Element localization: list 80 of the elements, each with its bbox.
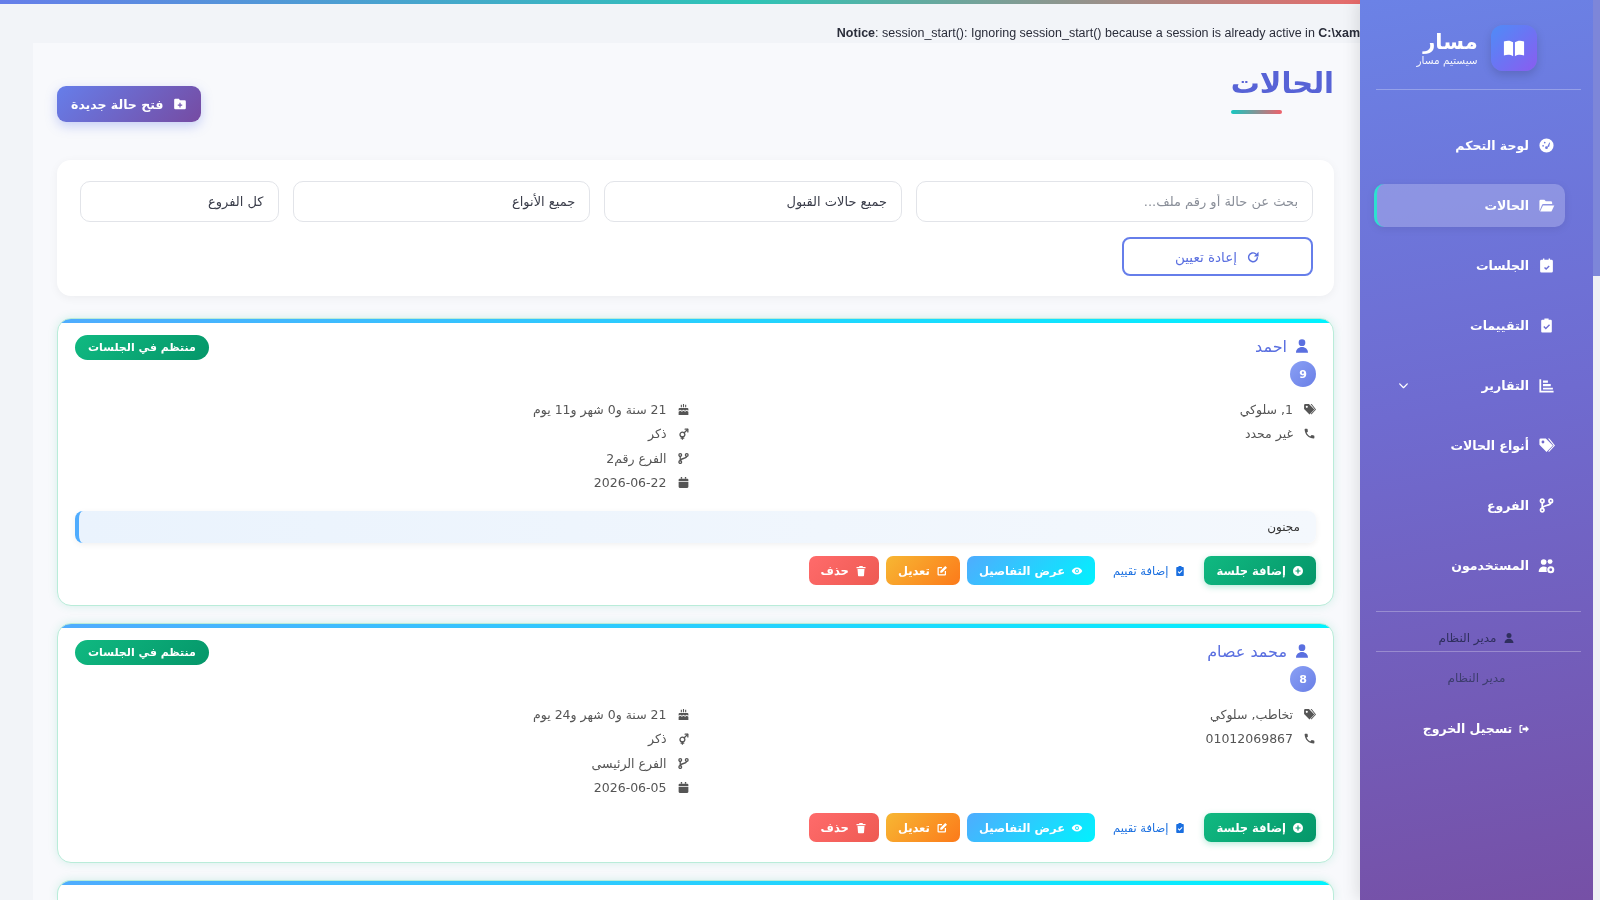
sidebar-item[interactable]: التقارير [1374, 364, 1565, 407]
calendar-icon [676, 781, 690, 795]
edit-icon [935, 821, 948, 834]
user-icon [1502, 632, 1515, 644]
count-badge: 8 [1290, 666, 1316, 692]
age-text: 21 سنة و0 شهر و24 يوم [533, 706, 667, 722]
add-assessment-link[interactable]: إضافة تقييم [1102, 556, 1198, 585]
calendar-icon [676, 476, 690, 490]
sidebar-item[interactable]: الفروع [1374, 484, 1565, 527]
scrollbar-thumb[interactable] [1593, 0, 1600, 276]
add-assessment-link[interactable]: إضافة تقييم [1102, 813, 1198, 842]
phone-icon [1303, 427, 1316, 441]
case-types: تخاطب, سلوكي [1210, 706, 1293, 722]
delete-button[interactable]: حذف [808, 556, 879, 585]
new-case-button[interactable]: فتح حالة جديدة [57, 86, 201, 122]
user-name: مدير النظام [1438, 631, 1497, 645]
logout-link[interactable]: تسجيل الخروج [1422, 721, 1531, 736]
clipboard-check-icon [1174, 564, 1187, 577]
filter-select[interactable]: كل الفروع [80, 181, 279, 222]
add-session-button[interactable]: إضافة جلسة [1204, 813, 1316, 842]
clipboard-check-icon [1174, 821, 1187, 834]
sign-out-icon [1518, 722, 1531, 735]
notice-text: Notice: session_start(): Ignoring session_start() because a session is already active in C:\xam [836, 25, 1360, 42]
gender-text: ذكر [648, 731, 667, 747]
edit-icon [935, 564, 948, 577]
filter-select[interactable]: جميع الأنواع [292, 181, 591, 222]
phone-number: 01012069867 [1205, 731, 1293, 747]
branch-icon [676, 756, 690, 770]
branch-name: الفرع الرئيسى [591, 755, 667, 771]
case-note: مجنون [75, 511, 1316, 543]
refresh-icon [1246, 249, 1260, 264]
phone-icon [1303, 732, 1316, 746]
folder-plus-icon [172, 97, 187, 111]
trash-icon [854, 564, 867, 577]
gender-icon [676, 732, 690, 746]
title-underline [1230, 110, 1282, 114]
tags-icon [1303, 402, 1316, 416]
bar-chart-icon [1538, 377, 1555, 394]
age-text: 21 سنة و0 شهر و11 يوم [533, 401, 667, 417]
date-text: 2026-06-22 [593, 475, 667, 491]
gender-icon [676, 427, 690, 441]
sidebar-item[interactable]: الجلسات [1374, 244, 1565, 287]
users-gear-icon [1538, 557, 1555, 574]
branch-icon [1538, 497, 1555, 514]
filter-select[interactable]: جميع حالات القبول [604, 181, 902, 222]
sidebar-item[interactable]: الحالات [1374, 184, 1565, 227]
sidebar-item[interactable]: لوحة التحكم [1374, 124, 1565, 167]
count-badge: 9 [1290, 361, 1316, 387]
reset-button[interactable]: إعادة تعيين [1122, 237, 1313, 276]
calendar-check-icon [1538, 257, 1555, 274]
date-text: 2026-06-05 [593, 780, 667, 796]
status-badge: منتظم في الجلسات [75, 640, 209, 665]
cake-icon [676, 402, 690, 416]
clipboard-check-icon [1538, 317, 1555, 334]
gender-text: ذكر [648, 426, 667, 442]
tags-icon [1303, 707, 1316, 721]
case-name: محمد عصام [1207, 641, 1287, 661]
status-badge: منتظم في الجلسات [75, 335, 209, 360]
trash-icon [854, 821, 867, 834]
page-title: الحالات [1230, 65, 1334, 101]
add-session-button[interactable]: إضافة جلسة [1204, 556, 1316, 585]
brand-name: مسار [1421, 29, 1478, 54]
book-icon [1490, 25, 1537, 71]
gauge-icon [1538, 137, 1555, 154]
user-icon [1294, 338, 1310, 354]
branch-name: الفرع رقم2 [606, 450, 667, 466]
folder-icon [1538, 197, 1555, 214]
tags-icon [1538, 437, 1555, 454]
brand-subtitle: سيستيم مسار [1416, 53, 1478, 67]
cake-icon [676, 707, 690, 721]
branch-icon [676, 451, 690, 465]
case-name: احمد [1255, 336, 1287, 356]
user-icon [1294, 643, 1310, 659]
sidebar-item[interactable]: التقييمات [1374, 304, 1565, 347]
sidebar-item[interactable]: المستخدمون [1374, 544, 1565, 587]
delete-button[interactable]: حذف [808, 813, 879, 842]
user-role: مدير النظام [1447, 671, 1506, 685]
case-types: 1, سلوكي [1239, 401, 1293, 417]
phone-number: غير محدد [1244, 426, 1293, 442]
sidebar-item[interactable]: أنواع الحالات [1374, 424, 1565, 467]
